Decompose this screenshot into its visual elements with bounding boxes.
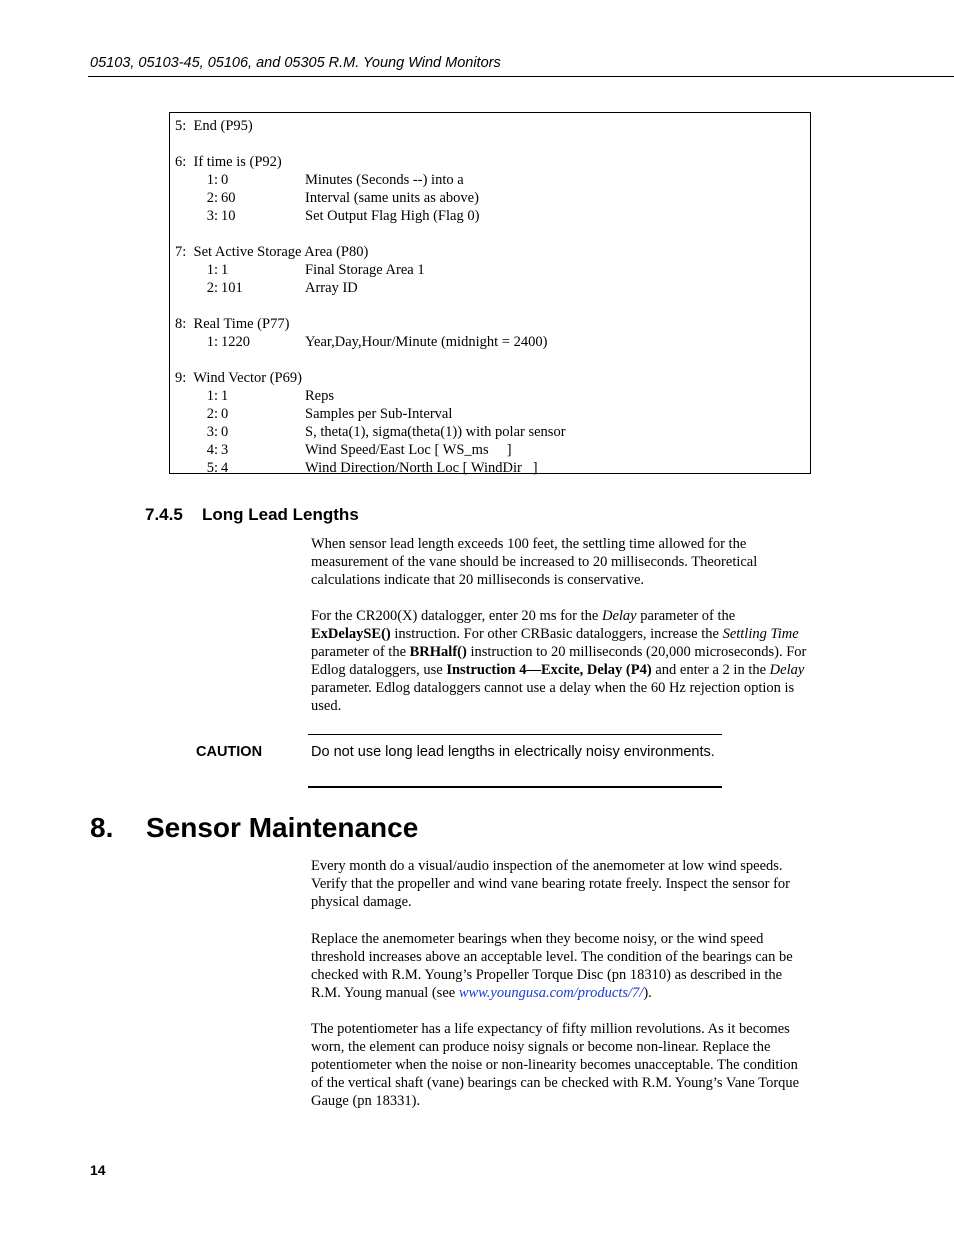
caution-bottom-rule: [308, 786, 722, 788]
param-description: Year,Day,Hour/Minute (midnight = 2400): [305, 334, 548, 350]
section-heading-7-4-5: 7.4.5 Long Lead Lengths: [145, 505, 359, 525]
instruction-parameter: 2: 0 Samples per Sub-Interval: [175, 405, 810, 423]
param-number: 3:: [206, 208, 218, 224]
program-listing: 5: End (P95) 6: If time is (P92) 1: 0 Minute…: [169, 112, 811, 477]
instruction-parameter: 1: 1220 Year,Day,Hour/Minute (midnight = 2…: [175, 333, 810, 351]
instruction-heading: 7: Set Active Storage Area (P80): [175, 244, 369, 260]
instruction-parameter: 5: 4 Wind Direction/North Loc [ WindDir ]: [175, 459, 810, 477]
param-value: 10: [221, 208, 236, 224]
param-description: Wind Speed/East Loc [ WS_ms ]: [305, 442, 512, 458]
param-number: 4:: [206, 442, 218, 458]
param-number: 2:: [206, 190, 218, 206]
param-value: 0: [221, 172, 229, 188]
instruction-parameter: 1: 0 Minutes (Seconds --) into a: [175, 171, 810, 189]
instruction-parameter: 1: 1 Final Storage Area 1: [175, 261, 810, 279]
param-value: 1220: [221, 334, 250, 350]
section-heading-8: 8. Sensor Maintenance: [90, 812, 418, 844]
caution-text: Do not use long lead lengths in electric…: [311, 744, 715, 760]
instruction-parameter: 2: 101 Array ID: [175, 279, 810, 297]
caution-label: CAUTION: [196, 744, 263, 760]
param-number: 3:: [206, 424, 218, 440]
param-description: S, theta(1), sigma(theta(1)) with polar …: [305, 424, 566, 440]
instruction-heading: 6: If time is (P92): [175, 154, 282, 170]
param-description: Wind Direction/North Loc [ WindDir ]: [305, 460, 538, 476]
param-description: Samples per Sub-Interval: [305, 406, 453, 422]
section-title: Long Lead Lengths: [202, 505, 359, 524]
param-number: 1:: [206, 334, 218, 350]
param-number: 5:: [206, 460, 218, 476]
param-description: Minutes (Seconds --) into a: [305, 172, 464, 188]
paragraph-datalogger-delay: For the CR200(X) datalogger, enter 20 ms…: [311, 608, 807, 714]
param-value: 60: [221, 190, 236, 206]
instruction-parameter: 2: 60 Interval (same units as above): [175, 189, 810, 207]
param-number: 1:: [206, 262, 218, 278]
param-number: 2:: [206, 406, 218, 422]
section-number: 7.4.5: [145, 505, 183, 524]
running-header-title: 05103, 05103-45, 05106, and 05305 R.M. Y…: [90, 55, 501, 71]
param-value: 3: [221, 442, 229, 458]
caution-top-rule: [308, 734, 722, 735]
instruction-parameter: 3: 0 S, theta(1), sigma(theta(1)) with pol…: [175, 423, 810, 441]
param-description: Set Output Flag High (Flag 0): [305, 208, 480, 224]
paragraph-lead-settling: When sensor lead length exceeds 100 feet…: [311, 536, 758, 588]
param-value: 4: [221, 460, 229, 476]
section-number: 8.: [90, 812, 114, 843]
param-number: 2:: [206, 280, 218, 296]
instruction-heading: 8: Real Time (P77): [175, 316, 290, 332]
param-value: 101: [221, 280, 243, 296]
param-description: Interval (same units as above): [305, 190, 479, 206]
instruction-parameter: 3: 10 Set Output Flag High (Flag 0): [175, 207, 810, 225]
param-description: Array ID: [305, 280, 358, 296]
instruction-parameter: 4: 3 Wind Speed/East Loc [ WS_ms ]: [175, 441, 810, 459]
param-description: Reps: [305, 388, 334, 404]
paragraph-bearings: Replace the anemometer bearings when the…: [311, 931, 793, 1001]
param-number: 1:: [206, 388, 218, 404]
section-title: Sensor Maintenance: [146, 812, 419, 843]
instruction-parameter: 1: 1 Reps: [175, 387, 810, 405]
param-description: Final Storage Area 1: [305, 262, 425, 278]
param-value: 0: [221, 424, 229, 440]
param-number: 1:: [206, 172, 218, 188]
instruction-heading: 9: Wind Vector (P69): [175, 370, 302, 386]
header-rule: [88, 76, 954, 77]
page-number: 14: [90, 1162, 106, 1178]
paragraph-potentiometer: The potentiometer has a life expectancy …: [311, 1021, 800, 1109]
param-value: 0: [221, 406, 229, 422]
param-value: 1: [221, 262, 229, 278]
paragraph-monthly-inspection: Every month do a visual/audio inspection…: [311, 858, 790, 910]
youngusa-link[interactable]: www.youngusa.com/products/7/: [459, 985, 643, 1001]
instruction-heading: 5: End (P95): [175, 118, 253, 134]
param-value: 1: [221, 388, 229, 404]
